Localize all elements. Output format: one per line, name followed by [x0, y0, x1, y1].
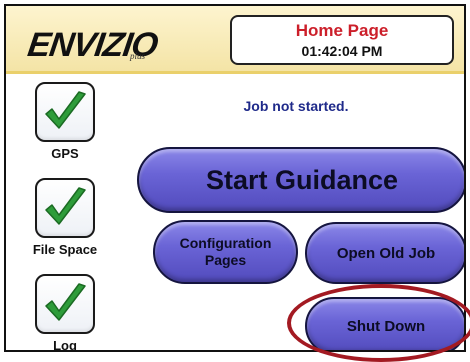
file-space-status-box [35, 178, 95, 238]
job-status-text: Job not started. [243, 98, 349, 114]
start-guidance-label: Start Guidance [205, 164, 399, 195]
configuration-pages-button[interactable]: Configuration Pages [153, 220, 298, 284]
app-window: ENVIZIO plus Home Page 01:42:04 PM GPS F… [4, 4, 466, 352]
start-guidance-button[interactable]: Start Guidance [137, 147, 464, 213]
shut-down-button[interactable]: Shut Down [305, 297, 464, 350]
check-icon [45, 283, 86, 321]
page-title: Home Page [295, 21, 389, 40]
configuration-label-line1: Configuration [179, 235, 272, 251]
gps-label: GPS [51, 146, 79, 161]
open-old-job-button[interactable]: Open Old Job [305, 222, 464, 284]
open-old-job-label: Open Old Job [336, 244, 436, 262]
header-bar: ENVIZIO plus Home Page 01:42:04 PM [6, 6, 464, 74]
status-gps: GPS [20, 82, 110, 161]
page-title-box: Home Page 01:42:04 PM [230, 15, 454, 65]
envizio-logo: ENVIZIO plus [25, 20, 168, 66]
check-icon [45, 91, 86, 129]
status-log: Log [20, 274, 110, 352]
gps-status-box [35, 82, 95, 142]
check-icon [45, 187, 86, 225]
logo-sub-text: plus [130, 51, 146, 61]
status-file-space: File Space [20, 178, 110, 257]
log-label: Log [53, 338, 77, 352]
configuration-label-line2: Pages [204, 252, 247, 268]
clock: 01:42:04 PM [301, 43, 383, 59]
log-status-box [35, 274, 95, 334]
shut-down-label: Shut Down [346, 317, 426, 335]
file-space-label: File Space [32, 242, 98, 257]
